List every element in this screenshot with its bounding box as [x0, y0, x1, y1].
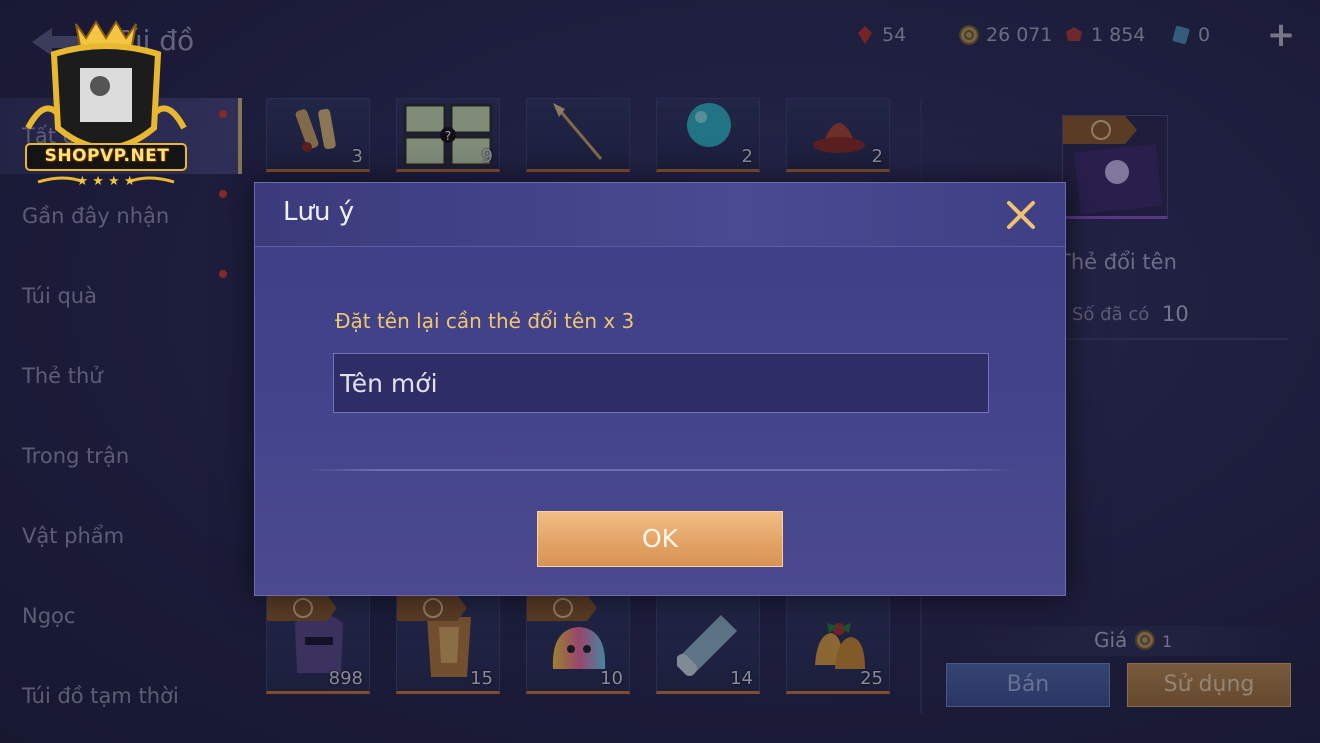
rename-requirement-text: Đặt tên lại cần thẻ đổi tên x 3 [335, 309, 635, 333]
ok-button[interactable]: OK [537, 511, 783, 567]
rename-dialog: Lưu ý Đặt tên lại cần thẻ đổi tên x 3 OK [254, 182, 1066, 596]
dialog-title: Lưu ý [283, 197, 355, 227]
logo-stars: ★ ★ ★ ★ [76, 174, 136, 189]
shop-logo-icon [25, 20, 187, 184]
dialog-header: Lưu ý [255, 183, 1065, 247]
close-icon[interactable] [1003, 197, 1039, 233]
dialog-divider [305, 469, 1017, 471]
shop-logo-text: SHOPVP.NET [44, 146, 170, 166]
new-name-input[interactable] [333, 353, 989, 413]
